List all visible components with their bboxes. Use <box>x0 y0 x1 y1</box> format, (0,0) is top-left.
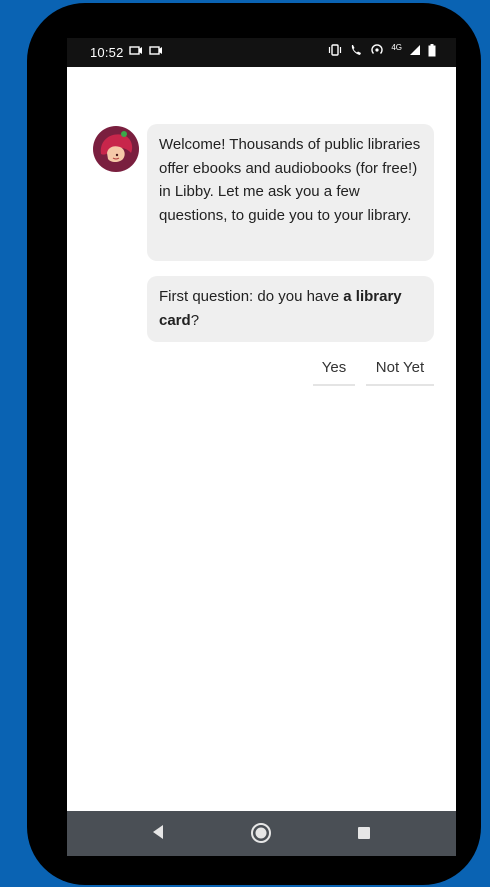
battery-icon <box>428 43 436 57</box>
hotspot-icon <box>370 43 384 57</box>
app-screen: 10:52 4G Welcome! Thousands of public li… <box>67 38 456 856</box>
yes-button[interactable]: Yes <box>313 354 355 386</box>
home-circle-icon[interactable] <box>250 822 272 849</box>
notification-icon <box>129 44 143 58</box>
android-nav-bar <box>67 811 456 856</box>
recent-square-icon[interactable] <box>357 826 371 845</box>
chat-message-question: First question: do you have a library ca… <box>147 276 434 342</box>
notification-icon <box>149 44 163 58</box>
signal-icon <box>409 44 421 56</box>
status-bar: 10:52 4G <box>67 38 456 67</box>
question-suffix: ? <box>190 311 200 329</box>
back-triangle-icon[interactable] <box>150 823 166 846</box>
libby-avatar-icon <box>93 126 139 172</box>
question-text: First question: do you have <box>159 288 344 305</box>
chat-message-welcome: Welcome! Thousands of public libraries o… <box>147 124 434 261</box>
vibrate-icon <box>328 43 342 57</box>
network-type-label: 4G <box>391 42 402 52</box>
not-yet-button[interactable]: Not Yet <box>366 354 434 386</box>
status-time: 10:52 <box>90 45 124 60</box>
notification-icons <box>129 44 163 58</box>
wifi-calling-icon <box>349 43 363 57</box>
system-icons: 4G <box>328 43 436 57</box>
